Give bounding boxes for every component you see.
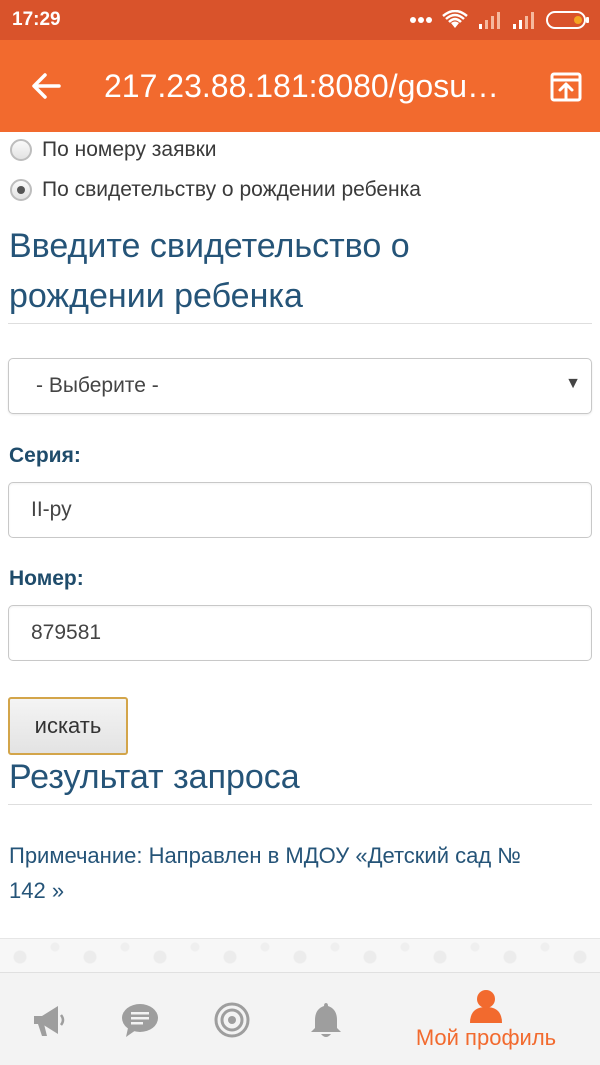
signal-icon xyxy=(513,12,534,29)
divider xyxy=(8,804,592,805)
profile-icon xyxy=(470,989,502,1023)
back-button[interactable] xyxy=(20,66,72,106)
select-value: - Выберите - xyxy=(36,374,159,397)
wifi-icon xyxy=(442,10,468,28)
radio-button[interactable] xyxy=(10,139,32,161)
signal-icon xyxy=(479,12,500,29)
app-bar: 217.23.88.181:8080/gosu… xyxy=(0,40,600,132)
radio-by-birth-certificate[interactable]: По свидетельству о рождении ребенка xyxy=(10,178,421,202)
radio-label: По номеру заявки xyxy=(42,138,217,161)
radio-by-application-number[interactable]: По номеру заявки xyxy=(10,138,217,162)
section-title-line: Введите свидетельство о xyxy=(9,227,410,265)
arrow-left-icon xyxy=(32,73,61,99)
bell-icon xyxy=(311,1002,341,1037)
megaphone-icon xyxy=(34,1005,65,1036)
result-note-line: Примечание: Направлен в МДОУ «Детский са… xyxy=(9,843,521,868)
certificate-type-select[interactable]: - Выберите - ▼ xyxy=(8,358,592,414)
bottom-navigation: Мой профиль xyxy=(0,972,600,1065)
section-title: Введите свидетельство о рождении ребенка xyxy=(9,221,410,321)
status-icons xyxy=(410,8,590,32)
nav-item-label: Мой профиль xyxy=(415,1024,557,1050)
nav-item-profile[interactable]: Мой профиль xyxy=(400,973,572,1065)
status-bar: 17:29 xyxy=(0,0,600,40)
search-button[interactable]: искать xyxy=(8,697,128,755)
page-url[interactable]: 217.23.88.181:8080/gosu… xyxy=(104,66,514,106)
status-time: 17:29 xyxy=(12,9,61,30)
number-input[interactable] xyxy=(8,605,592,661)
series-label: Серия: xyxy=(9,444,81,467)
more-dots-icon xyxy=(410,17,432,23)
nav-item-messages[interactable] xyxy=(110,973,170,1065)
nav-item-notifications[interactable] xyxy=(296,973,356,1065)
result-title: Результат запроса xyxy=(9,758,300,796)
nav-item-announcements[interactable] xyxy=(18,973,78,1065)
result-note-line: 142 » xyxy=(9,878,65,903)
result-note: Примечание: Направлен в МДОУ «Детский са… xyxy=(9,838,584,908)
target-icon xyxy=(214,1002,250,1037)
series-input[interactable] xyxy=(8,482,592,538)
battery-icon xyxy=(546,11,589,29)
section-title-line: рождении ребенка xyxy=(9,277,303,315)
chat-icon xyxy=(122,1003,158,1037)
page-content: По номеру заявки По свидетельству о рожд… xyxy=(0,132,600,972)
chevron-down-icon: ▼ xyxy=(565,375,581,392)
number-label: Номер: xyxy=(9,567,84,590)
nav-item-target[interactable] xyxy=(202,973,262,1065)
divider xyxy=(8,323,592,324)
decorative-footer-pattern xyxy=(0,938,600,972)
radio-button[interactable] xyxy=(10,179,32,201)
open-in-browser-button[interactable] xyxy=(546,69,586,105)
open-in-browser-icon xyxy=(550,72,582,102)
radio-label: По свидетельству о рождении ребенка xyxy=(42,178,421,201)
